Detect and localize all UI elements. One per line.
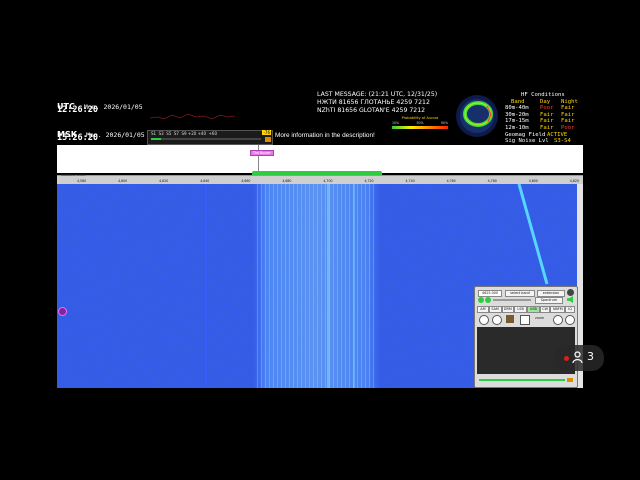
viewer-count-badge[interactable]: 3 (554, 345, 604, 371)
zoom-label: zoom (535, 316, 545, 320)
s-meter-bar (151, 138, 261, 140)
hf-band: 30m-20m (505, 111, 529, 118)
control-panel: 4625.000 select band extension Spectrum … (474, 286, 578, 388)
freq-label: 4,740 (405, 179, 415, 183)
hf-day: Fair (540, 111, 554, 118)
hf-header-night: Night (561, 98, 578, 105)
last-message: LAST MESSAGE: (21:21 UTC, 12/31/25) НЖТИ… (317, 91, 437, 115)
mode-sam-button[interactable]: SAM (488, 306, 502, 313)
last-message-line2: NZhTI 81656 GLOTAN'E 4259 7212 (317, 107, 426, 114)
last-message-line1: НЖТИ 81656 ГЛОТАНЬЕ 4259 7212 (317, 99, 430, 106)
mode-nbfm-button[interactable]: NBFM (550, 306, 566, 313)
freq-label: 4,580 (77, 179, 87, 183)
audio-level-end (567, 378, 573, 382)
viewer-count: 3 (587, 350, 594, 363)
zoom-out-icon[interactable] (492, 315, 502, 325)
hf-band: 12m-10m (505, 124, 529, 131)
carrier-line (205, 184, 207, 388)
waterfall-header: database cloud (61, 173, 86, 177)
tuning-area (57, 145, 583, 173)
hf-night: Fair (561, 118, 575, 125)
aurora-gradient (392, 126, 448, 129)
arrow-right-icon[interactable] (565, 315, 575, 325)
zoom-fit-icon[interactable] (520, 315, 530, 325)
signal-trace (150, 113, 235, 120)
hf-header-day: Day (540, 98, 551, 105)
s-meter-scale: S1 S3 S5 S7 S9 +20 +40 +60 (151, 131, 218, 136)
hf-night: Fair (561, 111, 575, 118)
s-meter-value: -76 (262, 130, 271, 135)
hf-night: Poor (561, 124, 575, 131)
hf-title: HF Conditions (521, 92, 565, 98)
freq-label: 4,780 (487, 179, 497, 183)
s-meter: S1 S3 S5 S7 S9 +20 +40 +60 -76 (147, 130, 273, 145)
aurora-label: Probability of Aurora (401, 116, 439, 120)
frequency-input[interactable]: 4625.000 (478, 290, 502, 297)
aurora-globe-icon (456, 95, 498, 137)
arrow-left-icon[interactable] (553, 315, 563, 325)
mode-usb-button[interactable]: USB (526, 306, 540, 313)
hf-night: Fair (561, 105, 575, 112)
aurora-scale-low: 10% (392, 121, 400, 125)
aurora-scale-high: 90% (440, 121, 448, 125)
hf-noise-label: Sig Noise Lvl (505, 138, 549, 145)
hf-geomag-value: ACTIVE (547, 131, 568, 138)
person-icon (572, 351, 583, 364)
carrier-line (327, 184, 330, 388)
tuning-marker-label[interactable]: The Buzzer (250, 150, 274, 156)
frequency-labels: 4,580 4,600 4,620 4,640 4,660 4,680 4,70… (77, 179, 579, 183)
aurora-legend: Probability of Aurora 10% 50% 90% (392, 116, 448, 140)
marker-circle-icon[interactable] (58, 307, 67, 316)
hf-band: 80m-40m (505, 105, 529, 112)
aurora-scale-mid: 50% (416, 121, 424, 125)
mode-buttons: AM SAM DRM LSB USB CW NBFM IQ (477, 306, 575, 313)
s-meter-level (151, 138, 161, 140)
extension-select[interactable]: extension (537, 290, 565, 297)
s-meter-end (265, 137, 271, 142)
zoom-in-icon[interactable] (479, 315, 489, 325)
step-down-icon[interactable] (478, 297, 484, 303)
mode-drm-button[interactable]: DRM (501, 306, 515, 313)
hf-noise-value: S3-S4 (554, 138, 571, 145)
mode-am-button[interactable]: AM (477, 306, 489, 313)
hf-day: Fair (540, 118, 554, 125)
freq-label: 4,720 (364, 179, 374, 183)
utc-time: 12:26:20 (57, 105, 98, 115)
freq-label: 4,660 (241, 179, 251, 183)
volume-icon[interactable] (567, 296, 573, 303)
zoom-band-icon[interactable] (506, 315, 514, 323)
freq-label: 4,700 (323, 179, 333, 183)
step-up-icon[interactable] (485, 297, 491, 303)
aurora-map (451, 92, 503, 140)
spectrum-button[interactable]: Spectrum (535, 297, 563, 304)
mode-iq-button[interactable]: IQ (565, 306, 575, 313)
carrier-line (353, 184, 355, 388)
freq-label: 4,800 (528, 179, 538, 183)
signal-band-stripes (257, 184, 377, 388)
hf-day: Poor (540, 105, 554, 112)
freq-label: 4,680 (282, 179, 292, 183)
hf-band: 17m-15m (505, 118, 529, 125)
freq-label: 4,640 (200, 179, 210, 183)
freq-label: 4,820 (569, 179, 579, 183)
audio-level-bar (478, 377, 574, 383)
freq-label: 4,600 (118, 179, 128, 183)
hf-conditions: HF Conditions Band Day Night 80m-40m Poo… (505, 92, 583, 145)
hf-header-band: Band (511, 98, 525, 105)
audio-level-fill (479, 379, 565, 381)
info-text: More information in the description! (275, 132, 375, 139)
live-dot-icon (564, 356, 569, 361)
freq-label: 4,620 (159, 179, 169, 183)
play-icon[interactable] (567, 289, 574, 296)
freq-label: 4,760 (446, 179, 456, 183)
hf-day: Fair (540, 124, 554, 131)
last-message-header: LAST MESSAGE: (21:21 UTC, 12/31/25) (317, 91, 438, 98)
band-select[interactable]: select band (505, 290, 535, 297)
mode-lsb-button[interactable]: LSB (514, 306, 527, 313)
hf-geomag-label: Geomag Field (505, 131, 546, 138)
slider-bar[interactable] (493, 299, 531, 301)
msk-time: 15:26:20 (57, 133, 98, 143)
mode-cw-button[interactable]: CW (539, 306, 551, 313)
